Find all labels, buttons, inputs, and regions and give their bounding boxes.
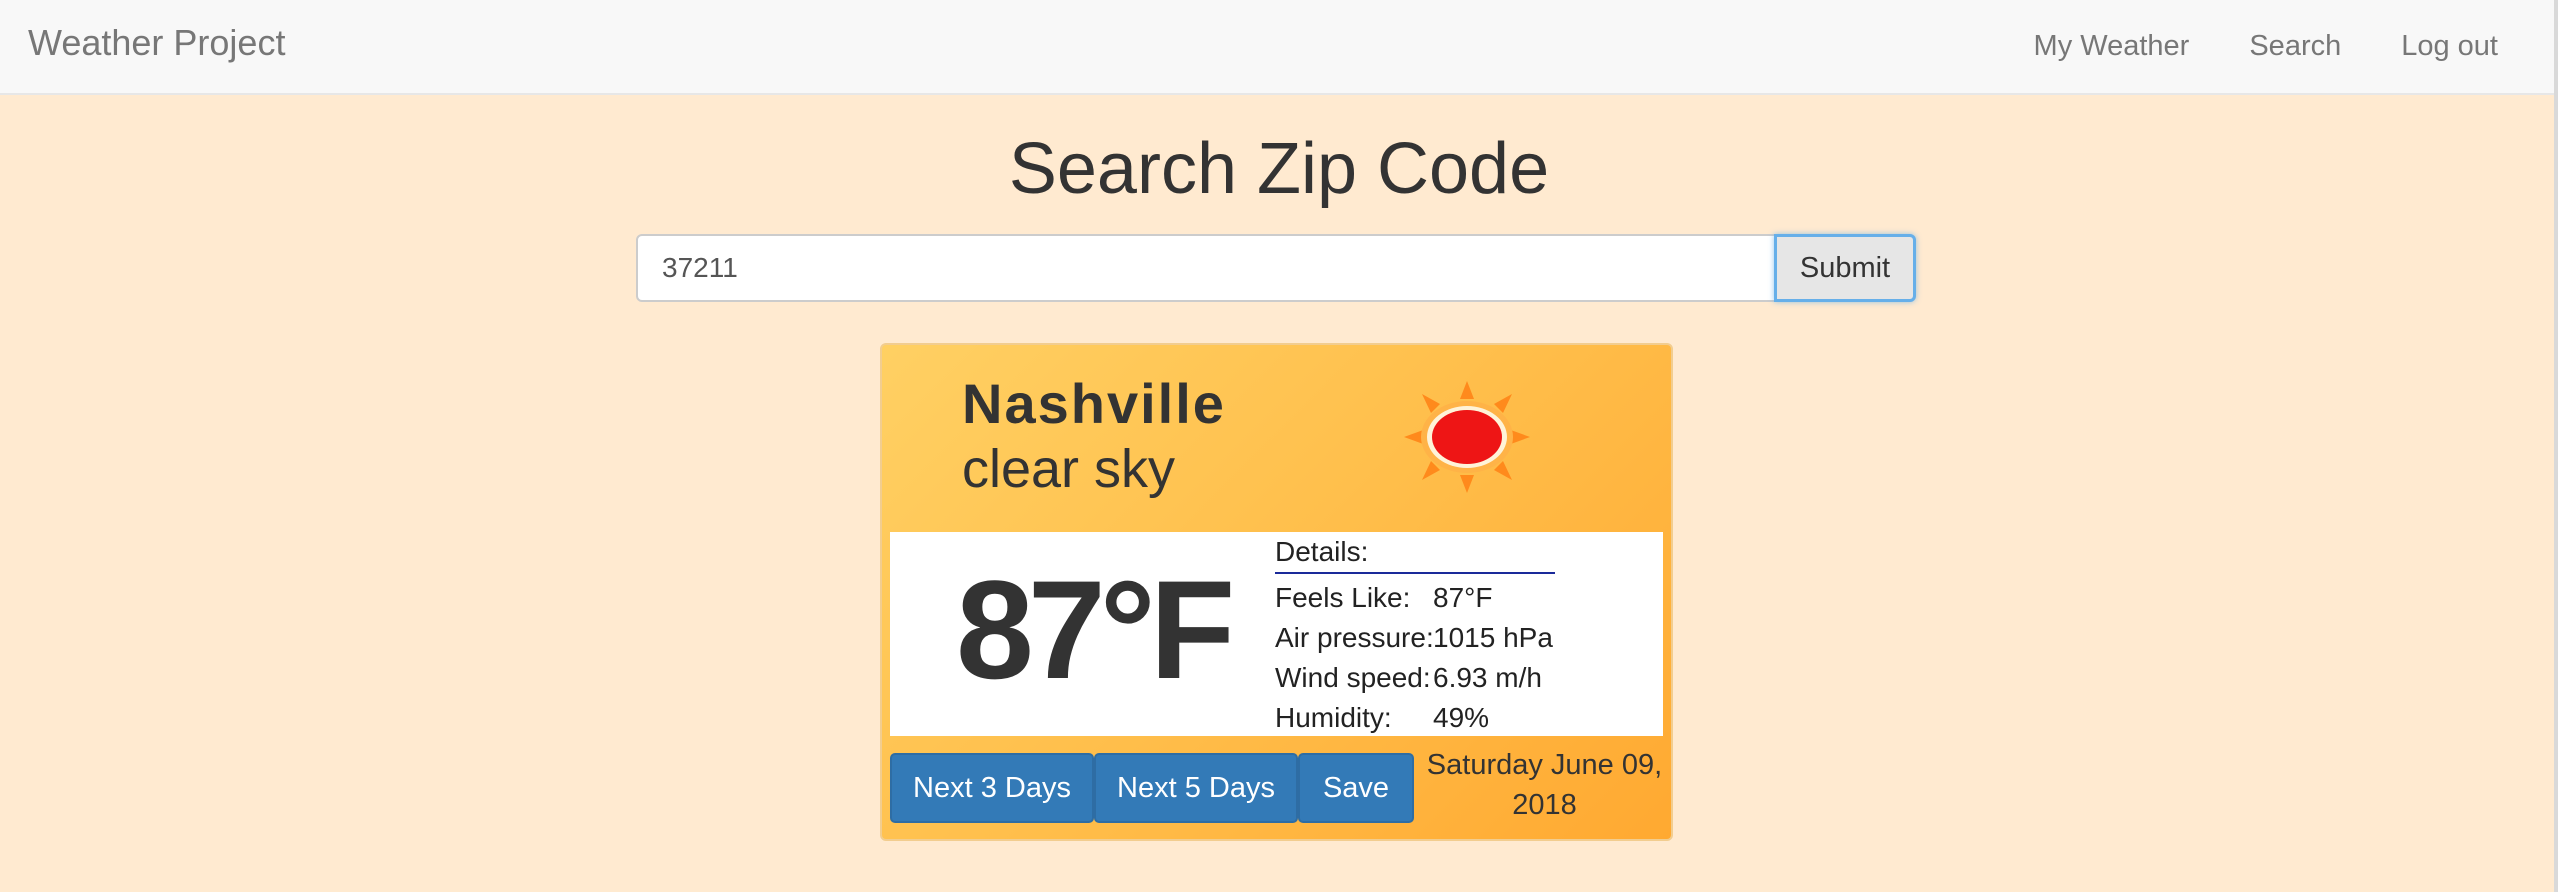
detail-value: 87°F [1433,582,1493,613]
city-name: Nashville [962,372,1226,435]
detail-humidity: Humidity: 49% [1275,702,1489,734]
detail-air-pressure: Air pressure:1015 hPa [1275,622,1553,654]
brand-link[interactable]: Weather Project [28,22,285,64]
temperature: 87°F [956,551,1235,708]
zip-code-input[interactable] [636,234,1776,302]
weather-details-panel: 87°F Details: Feels Like: 87°F Air pressu… [890,532,1663,736]
next-3-days-button[interactable]: Next 3 Days [890,753,1094,823]
details-title: Details: [1275,536,1555,574]
nav-logout-link[interactable]: Log out [2371,30,2528,63]
submit-button[interactable]: Submit [1774,234,1916,302]
forecast-date: Saturday June 09, 2018 [1426,749,1663,821]
sun-icon [1404,381,1530,493]
detail-feels-like: Feels Like: 87°F [1275,582,1492,614]
weather-condition: clear sky [962,439,1176,499]
nav-links: My Weather Search Log out [2004,0,2528,93]
detail-wind-speed: Wind speed:6.93 m/h [1275,662,1542,694]
weather-card: Nashville clear sky 87°F Details: Feels … [880,343,1673,841]
save-button[interactable]: Save [1298,753,1414,823]
detail-label: Wind speed: [1275,662,1431,693]
detail-label: Air pressure: [1275,622,1434,653]
page-title: Search Zip Code [1008,129,1550,209]
nav-my-weather-link[interactable]: My Weather [2004,30,2220,63]
detail-value: 49% [1433,702,1490,733]
detail-label: Feels Like: [1275,582,1411,613]
detail-value: 1015 hPa [1433,622,1553,653]
next-5-days-button[interactable]: Next 5 Days [1094,753,1298,823]
detail-label: Humidity: [1275,702,1392,733]
navbar: Weather Project My Weather Search Log ou… [0,0,2558,95]
detail-value: 6.93 m/h [1433,662,1542,693]
nav-search-link[interactable]: Search [2219,30,2371,63]
